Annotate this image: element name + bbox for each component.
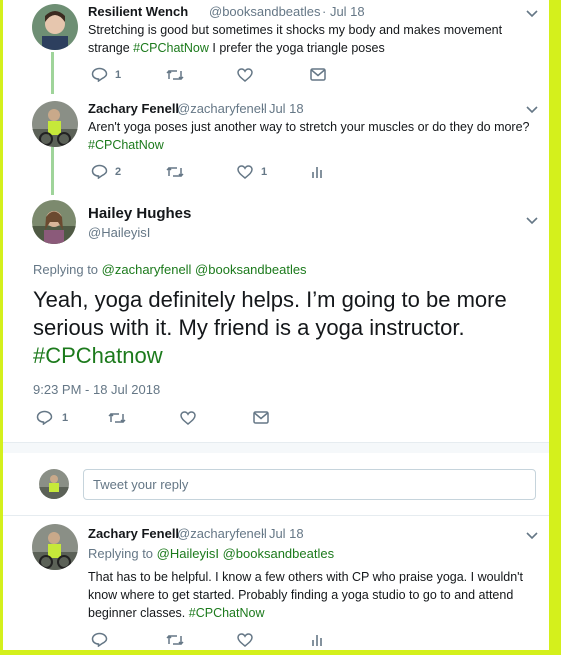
like-button[interactable] — [180, 410, 253, 425]
analytics-button[interactable] — [310, 165, 324, 179]
replying-to: Replying to @zacharyfenell @booksandbeat… — [33, 262, 307, 277]
message-icon — [253, 411, 269, 424]
tweet-text: Stretching is good but sometimes it shoc… — [88, 21, 528, 57]
tweet-text-body: That has to be helpful. I know a few oth… — [88, 570, 524, 620]
divider — [3, 515, 549, 516]
reply-count: 2 — [115, 165, 122, 178]
author-handle[interactable]: @zacharyfenell — [177, 526, 267, 541]
tweet-date[interactable]: · Jul 18 — [261, 101, 304, 116]
like-icon — [237, 164, 253, 179]
reply-icon — [91, 632, 108, 647]
like-icon — [180, 410, 196, 425]
replying-label: Replying to — [33, 262, 102, 277]
hashtag-link[interactable]: #CPChatNow — [88, 138, 164, 152]
avatar[interactable] — [32, 524, 78, 570]
tweet-text: That has to be helpful. I know a few oth… — [88, 568, 533, 622]
analytics-icon — [312, 166, 322, 178]
tweet-text: Yeah, yoga definitely helps. I’m going t… — [33, 286, 528, 370]
like-button[interactable] — [237, 67, 310, 82]
reply-count: 1 — [115, 68, 122, 81]
retweet-icon — [108, 412, 126, 423]
thread-line — [51, 147, 54, 195]
message-button[interactable] — [253, 411, 269, 424]
author-handle[interactable]: @zacharyfenell — [177, 101, 267, 116]
reply-button[interactable]: 1 — [91, 67, 166, 82]
avatar[interactable] — [32, 101, 78, 147]
reply-button[interactable]: 1 — [36, 410, 108, 425]
reply-icon — [36, 410, 53, 425]
hashtag-link[interactable]: #CPChatNow — [133, 41, 209, 55]
avatar[interactable] — [32, 200, 76, 244]
message-icon — [310, 68, 326, 81]
message-button[interactable] — [310, 68, 326, 81]
analytics-icon — [312, 634, 322, 646]
author-name[interactable]: Zachary Fenell — [88, 101, 179, 116]
caret-down-icon[interactable] — [525, 531, 539, 541]
retweet-icon — [166, 634, 184, 645]
caret-down-icon[interactable] — [525, 216, 539, 226]
like-icon — [237, 632, 253, 647]
tweet-actions: 1 — [91, 67, 326, 82]
retweet-icon — [166, 166, 184, 177]
author-name[interactable]: Hailey Hughes — [88, 205, 191, 222]
hashtag-link[interactable]: #CPChatnow — [33, 343, 163, 368]
like-button[interactable] — [237, 632, 310, 647]
author-handle[interactable]: @booksandbeatles — [209, 4, 321, 19]
replying-users-link[interactable]: @HaileyisI @booksandbeatles — [157, 546, 334, 561]
tweet-text: Aren't yoga poses just another way to st… — [88, 118, 538, 154]
author-name[interactable]: Zachary Fenell — [88, 526, 179, 541]
tweet-thread: Resilient Wench @booksandbeatles · Jul 1… — [3, 0, 549, 650]
hashtag-link[interactable]: #CPChatNow — [189, 606, 265, 620]
avatar[interactable] — [32, 4, 78, 50]
author-handle[interactable]: @HaileyisI — [88, 225, 150, 240]
replying-to: Replying to @HaileyisI @booksandbeatles — [88, 546, 334, 561]
reply-button[interactable]: 2 — [91, 164, 166, 179]
retweet-icon — [166, 69, 184, 80]
tweet-actions: 1 — [36, 410, 269, 425]
tweet-text-body: Yeah, yoga definitely helps. I’m going t… — [33, 287, 507, 340]
reply-count: 1 — [62, 411, 69, 424]
retweet-button[interactable] — [166, 165, 237, 179]
reply-input[interactable]: Tweet your reply — [83, 469, 536, 500]
author-name[interactable]: Resilient Wench — [88, 4, 188, 19]
retweet-button[interactable] — [166, 68, 237, 82]
like-icon — [237, 67, 253, 82]
retweet-button[interactable] — [166, 633, 237, 647]
reply-button[interactable] — [91, 632, 166, 647]
tweet-date[interactable]: · Jul 18 — [322, 4, 365, 19]
divider-band — [3, 443, 549, 453]
tweet-text-body: Aren't yoga poses just another way to st… — [88, 120, 530, 134]
like-count: 1 — [261, 165, 268, 178]
reply-icon — [91, 164, 108, 179]
avatar — [39, 469, 69, 499]
retweet-button[interactable] — [108, 411, 180, 425]
caret-down-icon[interactable] — [525, 105, 539, 115]
analytics-button[interactable] — [310, 633, 324, 647]
replying-users-link[interactable]: @zacharyfenell @booksandbeatles — [102, 262, 307, 277]
caret-down-icon[interactable] — [525, 9, 539, 19]
like-button[interactable]: 1 — [237, 164, 310, 179]
tweet-actions — [91, 632, 324, 647]
replying-label: Replying to — [88, 546, 157, 561]
tweet-text-tail: I prefer the yoga triangle poses — [208, 41, 385, 55]
reply-icon — [91, 67, 108, 82]
thread-line — [51, 52, 54, 94]
tweet-date[interactable]: · Jul 18 — [261, 526, 304, 541]
tweet-actions: 2 1 — [91, 164, 324, 179]
tweet-timestamp[interactable]: 9:23 PM - 18 Jul 2018 — [33, 382, 160, 397]
